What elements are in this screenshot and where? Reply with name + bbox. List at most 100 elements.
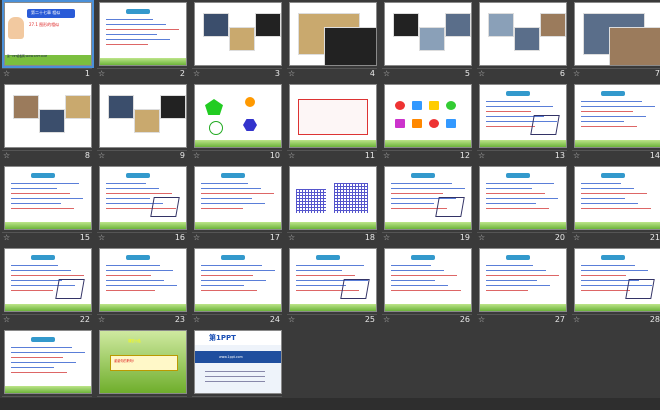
slide-thumbnail[interactable] bbox=[479, 248, 567, 312]
slide-thumbnail[interactable] bbox=[194, 84, 282, 148]
slide-thumbnail[interactable]: 课堂小结 谢谢你的聆听! bbox=[99, 330, 187, 394]
slide-cell[interactable]: ☆ 10 bbox=[190, 84, 285, 164]
slide-cell[interactable]: ☆ 24 bbox=[190, 248, 285, 328]
slide-transition-icon[interactable]: ☆ bbox=[573, 234, 580, 242]
slide-cell[interactable]: ☆ 8 bbox=[0, 84, 95, 164]
slide-transition-icon[interactable]: ☆ bbox=[193, 234, 200, 242]
slide-thumbnail[interactable] bbox=[4, 84, 92, 148]
slide-thumbnail[interactable] bbox=[99, 248, 187, 312]
slide-thumbnail[interactable] bbox=[574, 84, 660, 148]
text-line bbox=[486, 275, 559, 276]
slide-cell[interactable]: ☆ 12 bbox=[380, 84, 475, 164]
slide-thumbnail[interactable] bbox=[384, 84, 472, 148]
slide-thumbnail[interactable] bbox=[574, 248, 660, 312]
text-line bbox=[486, 101, 540, 102]
slide-transition-icon[interactable]: ☆ bbox=[573, 152, 580, 160]
slide-thumbnail[interactable] bbox=[479, 84, 567, 148]
slide-title-bar bbox=[221, 173, 245, 178]
slide-thumbnail[interactable] bbox=[289, 2, 377, 66]
slide-cell[interactable]: ☆ 16 bbox=[95, 166, 190, 246]
slide-cell[interactable]: ☆ 15 bbox=[0, 166, 95, 246]
slide-cell[interactable]: ☆ 11 bbox=[285, 84, 380, 164]
slide-thumbnail[interactable] bbox=[99, 84, 187, 148]
slide-transition-icon[interactable]: ☆ bbox=[573, 70, 580, 78]
slide-thumbnail[interactable] bbox=[194, 166, 282, 230]
slide-thumbnail[interactable] bbox=[4, 166, 92, 230]
slide-transition-icon[interactable]: ☆ bbox=[193, 152, 200, 160]
slide-transition-icon[interactable]: ☆ bbox=[478, 316, 485, 324]
slide-cell[interactable]: ☆ 17 bbox=[190, 166, 285, 246]
slide-thumbnail[interactable] bbox=[384, 166, 472, 230]
slide-cell[interactable]: ☆ 6 bbox=[475, 2, 570, 82]
slide-cell[interactable]: ☆ 20 bbox=[475, 166, 570, 246]
slide-transition-icon[interactable]: ☆ bbox=[3, 234, 10, 242]
slide-transition-icon[interactable]: ☆ bbox=[478, 152, 485, 160]
slide-cell[interactable]: ☆ 19 bbox=[380, 166, 475, 246]
slide-thumbnail[interactable] bbox=[574, 2, 660, 66]
slide-thumbnail[interactable] bbox=[4, 248, 92, 312]
slide-cell[interactable]: ☆ 2 bbox=[95, 2, 190, 82]
slide-thumbnail[interactable] bbox=[289, 248, 377, 312]
slide-cell[interactable]: ☆ 27 bbox=[475, 248, 570, 328]
slide-title-bar bbox=[126, 255, 150, 260]
slide-thumbnail[interactable] bbox=[4, 330, 92, 394]
slide-transition-icon[interactable]: ☆ bbox=[3, 152, 10, 160]
slide-thumbnail[interactable] bbox=[479, 166, 567, 230]
slide-transition-icon[interactable]: ☆ bbox=[98, 70, 105, 78]
slide-transition-icon[interactable]: ☆ bbox=[383, 152, 390, 160]
slide-cell[interactable]: ☆ 18 bbox=[285, 166, 380, 246]
slide-cell[interactable]: ☆ 25 bbox=[285, 248, 380, 328]
slide-footer: ☆ 4 bbox=[287, 68, 377, 78]
slide-number: 16 bbox=[174, 233, 185, 242]
slide-transition-icon[interactable]: ☆ bbox=[288, 70, 295, 78]
slide-transition-icon[interactable]: ☆ bbox=[98, 234, 105, 242]
slide-transition-icon[interactable]: ☆ bbox=[478, 234, 485, 242]
slide-transition-icon[interactable]: ☆ bbox=[383, 316, 390, 324]
slide-cell[interactable]: ☆ 5 bbox=[380, 2, 475, 82]
slide-thumbnail[interactable] bbox=[384, 248, 472, 312]
slide-cell[interactable]: ☆ 4 bbox=[285, 2, 380, 82]
slide-thumbnail[interactable] bbox=[99, 166, 187, 230]
slide-thumbnail[interactable] bbox=[194, 2, 282, 66]
slide-transition-icon[interactable]: ☆ bbox=[288, 316, 295, 324]
slide-cell[interactable]: ☆ 13 bbox=[475, 84, 570, 164]
text-line bbox=[11, 280, 62, 281]
slide-thumbnail[interactable]: 第1PPT www.1ppt.com bbox=[194, 330, 282, 394]
graph-grid-right bbox=[334, 183, 368, 213]
slide-transition-icon[interactable]: ☆ bbox=[98, 152, 105, 160]
slide-number: 12 bbox=[459, 151, 470, 160]
slide-transition-icon[interactable]: ☆ bbox=[193, 70, 200, 78]
slide-transition-icon[interactable]: ☆ bbox=[193, 316, 200, 324]
slide-thumbnail[interactable] bbox=[384, 2, 472, 66]
slide-transition-icon[interactable]: ☆ bbox=[383, 70, 390, 78]
slide-thumbnail[interactable] bbox=[289, 166, 377, 230]
ground-grass bbox=[575, 140, 660, 147]
slide-thumbnail[interactable] bbox=[194, 248, 282, 312]
slide-transition-icon[interactable]: ☆ bbox=[98, 316, 105, 324]
slide-cell[interactable]: ☆ 22 bbox=[0, 248, 95, 328]
text-line bbox=[581, 198, 625, 199]
slide-transition-icon[interactable]: ☆ bbox=[478, 70, 485, 78]
slide-transition-icon[interactable]: ☆ bbox=[573, 316, 580, 324]
slide-transition-icon[interactable]: ☆ bbox=[288, 234, 295, 242]
slide-cell[interactable]: ☆ 28 bbox=[570, 248, 660, 328]
slide-cell[interactable]: ☆ 21 bbox=[570, 166, 660, 246]
slide-cell[interactable]: ☆ 9 bbox=[95, 84, 190, 164]
slide-transition-icon[interactable]: ☆ bbox=[288, 152, 295, 160]
slide-cell[interactable]: ☆ 26 bbox=[380, 248, 475, 328]
slide-thumbnail[interactable]: 第二十七章 相似 27.1 图形的相似 第一PPT模板网-WWW.1PPT.COM bbox=[2, 0, 94, 68]
slide-cell[interactable]: ☆ 3 bbox=[190, 2, 285, 82]
slide-number: 6 bbox=[559, 69, 565, 78]
slide-thumbnail[interactable] bbox=[99, 2, 187, 66]
slide-cell[interactable]: 第二十七章 相似 27.1 图形的相似 第一PPT模板网-WWW.1PPT.COM ☆… bbox=[0, 0, 95, 82]
slide-cell[interactable]: ☆ 23 bbox=[95, 248, 190, 328]
slide-thumbnail[interactable] bbox=[289, 84, 377, 148]
slide-cell[interactable]: ☆ 7 bbox=[570, 2, 660, 82]
shape-tile bbox=[412, 101, 422, 110]
slide-cell[interactable]: ☆ 14 bbox=[570, 84, 660, 164]
slide-transition-icon[interactable]: ☆ bbox=[3, 316, 10, 324]
slide-transition-icon[interactable]: ☆ bbox=[3, 70, 10, 78]
slide-thumbnail[interactable] bbox=[574, 166, 660, 230]
slide-transition-icon[interactable]: ☆ bbox=[383, 234, 390, 242]
slide-thumbnail[interactable] bbox=[479, 2, 567, 66]
